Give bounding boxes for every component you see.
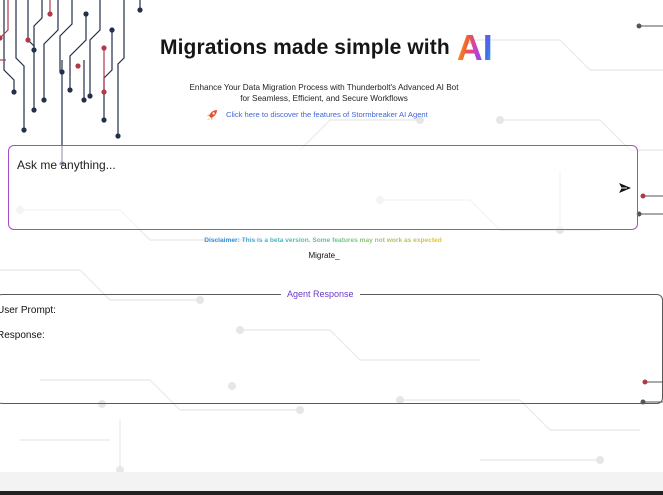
prompt-input[interactable] [15, 154, 609, 176]
page-title: Migrations made simple with [160, 36, 450, 59]
discover-features-link[interactable]: Click here to discover the features of S… [226, 110, 428, 119]
agent-response-legend: Agent Response [281, 289, 360, 299]
page-header: Migrations made simple with AI [160, 26, 500, 70]
subtitle-line: Enhance Your Data Migration Process with… [189, 83, 459, 92]
send-icon [619, 183, 631, 193]
circuit-decoration [0, 0, 143, 165]
response-label: Response: [0, 330, 45, 341]
rocket-icon [207, 109, 217, 120]
send-button[interactable] [617, 180, 633, 196]
footer-band [0, 472, 663, 492]
discover-features: Click here to discover the features of S… [206, 108, 456, 121]
prompt-box [8, 145, 638, 230]
subtitle-line: for Seamless, Efficient, and Secure Work… [240, 94, 408, 103]
user-prompt-label: User Prompt: [0, 305, 56, 316]
disclaimer-text: This is a beta version. Some features ma… [241, 237, 442, 244]
footer-divider [0, 491, 663, 495]
response-row: Response: [0, 330, 51, 341]
ai-logo: AI [456, 27, 493, 68]
disclaimer-label: Disclaimer: [204, 237, 240, 244]
page-subtitle: Enhance Your Data Migration Process with… [170, 82, 478, 104]
typing-status: Migrate_ [308, 251, 340, 260]
user-prompt-row: User Prompt: [0, 305, 62, 316]
disclaimer: Disclaimer: This is a beta version. Some… [0, 237, 646, 244]
agent-response-panel: Agent Response User Prompt: Response: [0, 289, 663, 404]
